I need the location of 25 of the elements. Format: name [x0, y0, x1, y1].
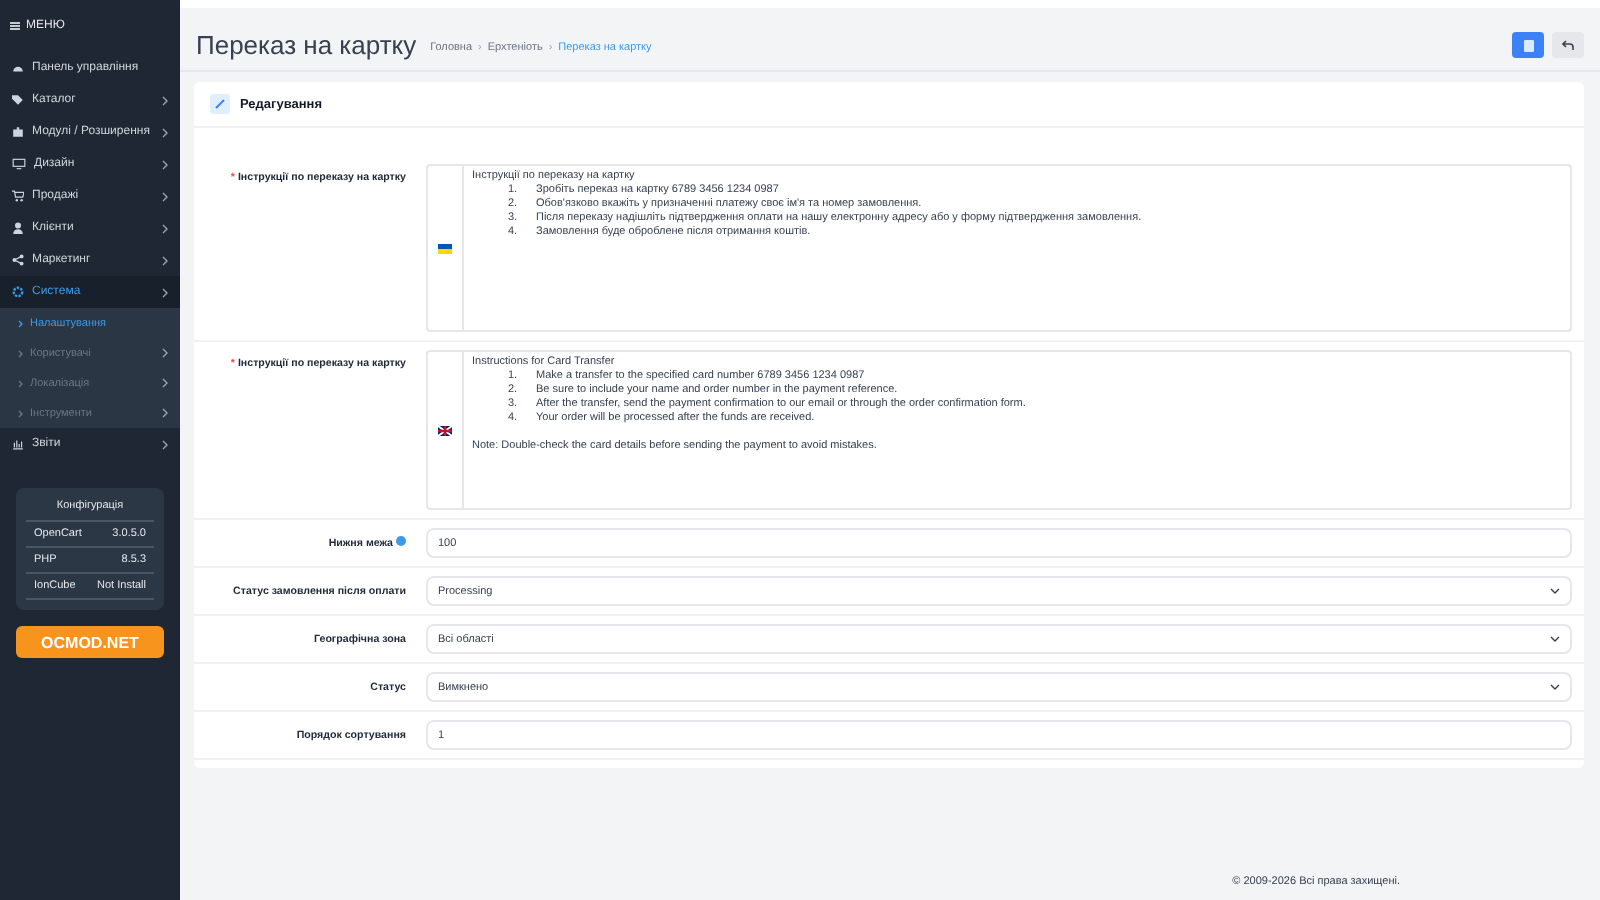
info-icon [396, 536, 406, 546]
bullet-icon [18, 319, 24, 327]
reply-icon [1562, 40, 1574, 50]
bullet-icon [18, 349, 24, 357]
caret-icon [1550, 684, 1560, 690]
bar-chart-icon [12, 438, 24, 450]
ukraine-flag-icon [438, 243, 452, 253]
user-icon [12, 222, 24, 234]
menu-icon [10, 22, 20, 30]
cart-icon [12, 190, 24, 202]
save-button[interactable] [1512, 32, 1544, 58]
settings-icon [12, 286, 24, 298]
share-icon [12, 254, 24, 266]
back-button[interactable] [1552, 32, 1584, 58]
caret-icon [1550, 636, 1560, 642]
text-area[interactable] [426, 164, 1572, 332]
text-area[interactable] [426, 350, 1572, 510]
tags-icon [12, 94, 24, 106]
uk-flag-icon [438, 425, 452, 435]
page-title: Переказ на картку [196, 30, 417, 60]
bullet-icon [18, 409, 24, 417]
monitor-icon [12, 158, 26, 170]
bullet-icon [18, 379, 24, 387]
pencil-icon [210, 94, 230, 114]
caret-icon [1550, 588, 1560, 594]
